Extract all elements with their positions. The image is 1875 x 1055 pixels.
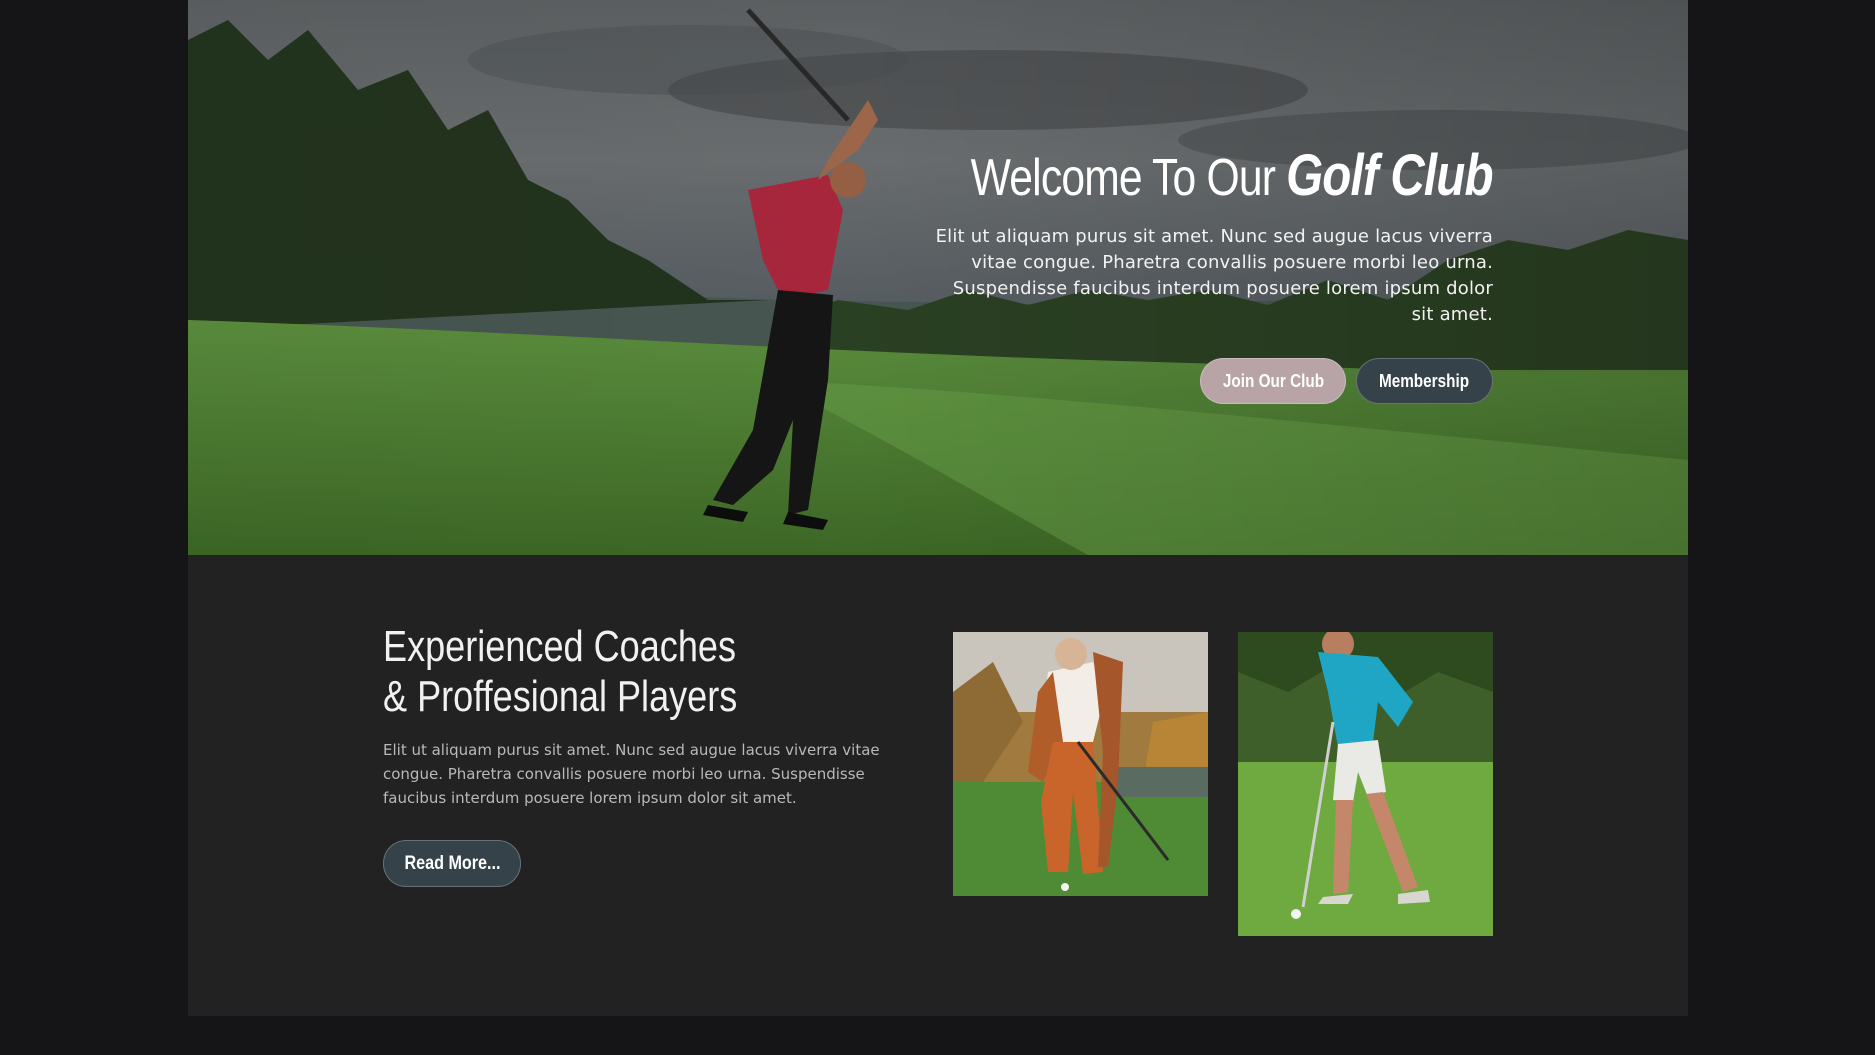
hero-title-plain: Welcome To Our [970, 149, 1287, 207]
putting-photo [1238, 632, 1493, 936]
hero-title-emphasis: Golf Club [1286, 143, 1493, 208]
coaching-photo [953, 632, 1208, 896]
coaches-description: Elit ut aliquam purus sit amet. Nunc sed… [383, 741, 880, 807]
coaches-title-line2: & Proffesional Players [383, 672, 738, 721]
membership-label: Membership [1379, 370, 1470, 391]
read-more-label: Read More... [403, 852, 501, 874]
hero-section: Welcome To Our Golf Club Elit ut aliquam… [188, 0, 1688, 555]
hero-description: Elit ut aliquam purus sit amet. Nunc sed… [935, 226, 1493, 325]
hero-title: Welcome To Our Golf Club [970, 143, 1494, 208]
join-club-button[interactable]: Join Our Club [1200, 358, 1346, 404]
coaches-title: Experienced Coaches & Proffesional Playe… [383, 622, 737, 722]
page-container: Welcome To Our Golf Club Elit ut aliquam… [188, 0, 1688, 1016]
coaches-title-line1: Experienced Coaches [383, 622, 736, 671]
read-more-button[interactable]: Read More... [383, 840, 521, 887]
membership-button[interactable]: Membership [1356, 358, 1493, 404]
join-club-label: Join Our Club [1222, 370, 1324, 391]
